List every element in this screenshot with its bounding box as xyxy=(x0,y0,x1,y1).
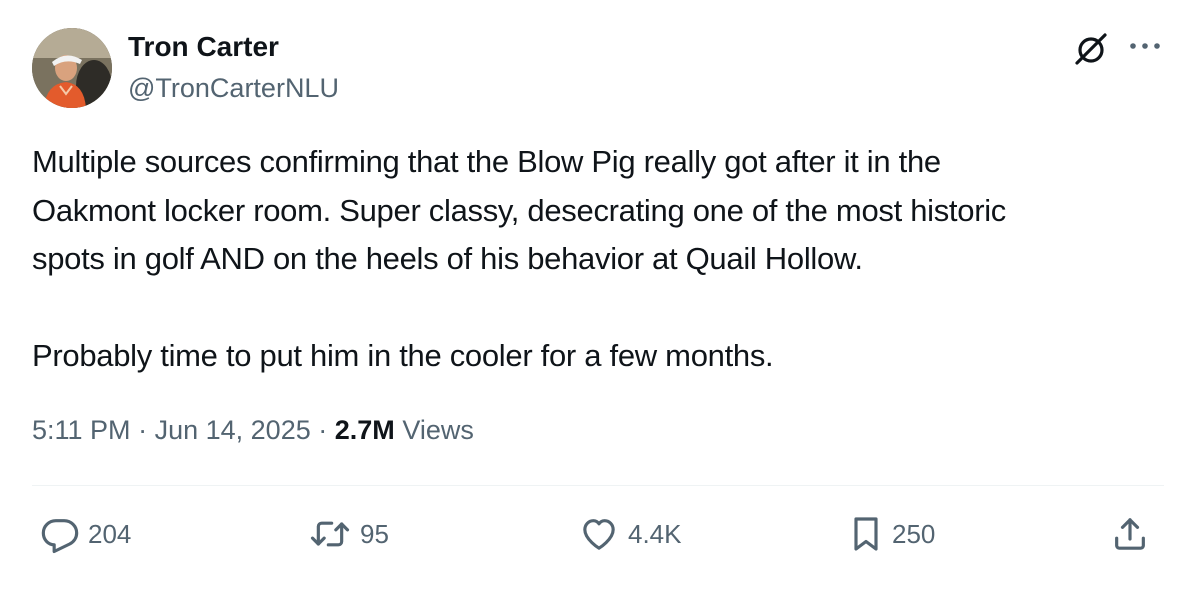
author-avatar[interactable] xyxy=(32,28,112,108)
more-options-icon[interactable] xyxy=(1128,36,1162,56)
share-icon xyxy=(1115,518,1145,550)
bookmark-icon xyxy=(854,517,878,551)
tweet-text-line: Oakmont locker room. Super classy, desec… xyxy=(32,192,1007,228)
tweet-text-line: Probably time to put him in the cooler f… xyxy=(32,338,774,373)
meta-separator: · xyxy=(138,415,148,445)
bookmark-button[interactable]: 250 xyxy=(848,512,935,556)
tweet-time[interactable]: 5:11 PM xyxy=(32,415,131,445)
reply-button[interactable]: 204 xyxy=(40,512,131,556)
tweet-text-line: Multiple sources confirming that the Blo… xyxy=(32,144,941,179)
like-count: 4.4K xyxy=(628,519,682,549)
share-button[interactable] xyxy=(1110,512,1150,556)
repost-count: 95 xyxy=(360,519,389,549)
bookmark-count: 250 xyxy=(892,519,936,549)
grok-icon[interactable] xyxy=(1072,30,1110,68)
repost-icon xyxy=(310,521,350,547)
views-label: Views xyxy=(402,415,474,445)
repost-button[interactable]: 95 xyxy=(308,512,389,556)
reply-count: 204 xyxy=(88,519,132,549)
tweet-text: Multiple sources confirming that the Blo… xyxy=(32,138,1172,381)
views-count: 2.7M xyxy=(334,415,395,445)
tweet-card: Tron Carter @TronCarterNLU Multiple sour… xyxy=(0,0,1200,590)
heart-icon xyxy=(583,519,615,550)
author-display-name[interactable]: Tron Carter xyxy=(128,30,279,64)
tweet-text-line: spots in golf AND on the heels of his be… xyxy=(32,241,863,276)
reply-icon xyxy=(41,519,79,554)
divider xyxy=(32,485,1164,486)
tweet-metadata: 5:11 PM · Jun 14, 2025 · 2.7M Views xyxy=(32,412,474,448)
avatar-photo-icon xyxy=(32,28,112,108)
meta-separator: · xyxy=(318,415,328,445)
author-handle[interactable]: @TronCarterNLU xyxy=(128,72,339,104)
like-button[interactable]: 4.4K xyxy=(578,512,682,556)
tweet-date[interactable]: Jun 14, 2025 xyxy=(155,415,311,445)
